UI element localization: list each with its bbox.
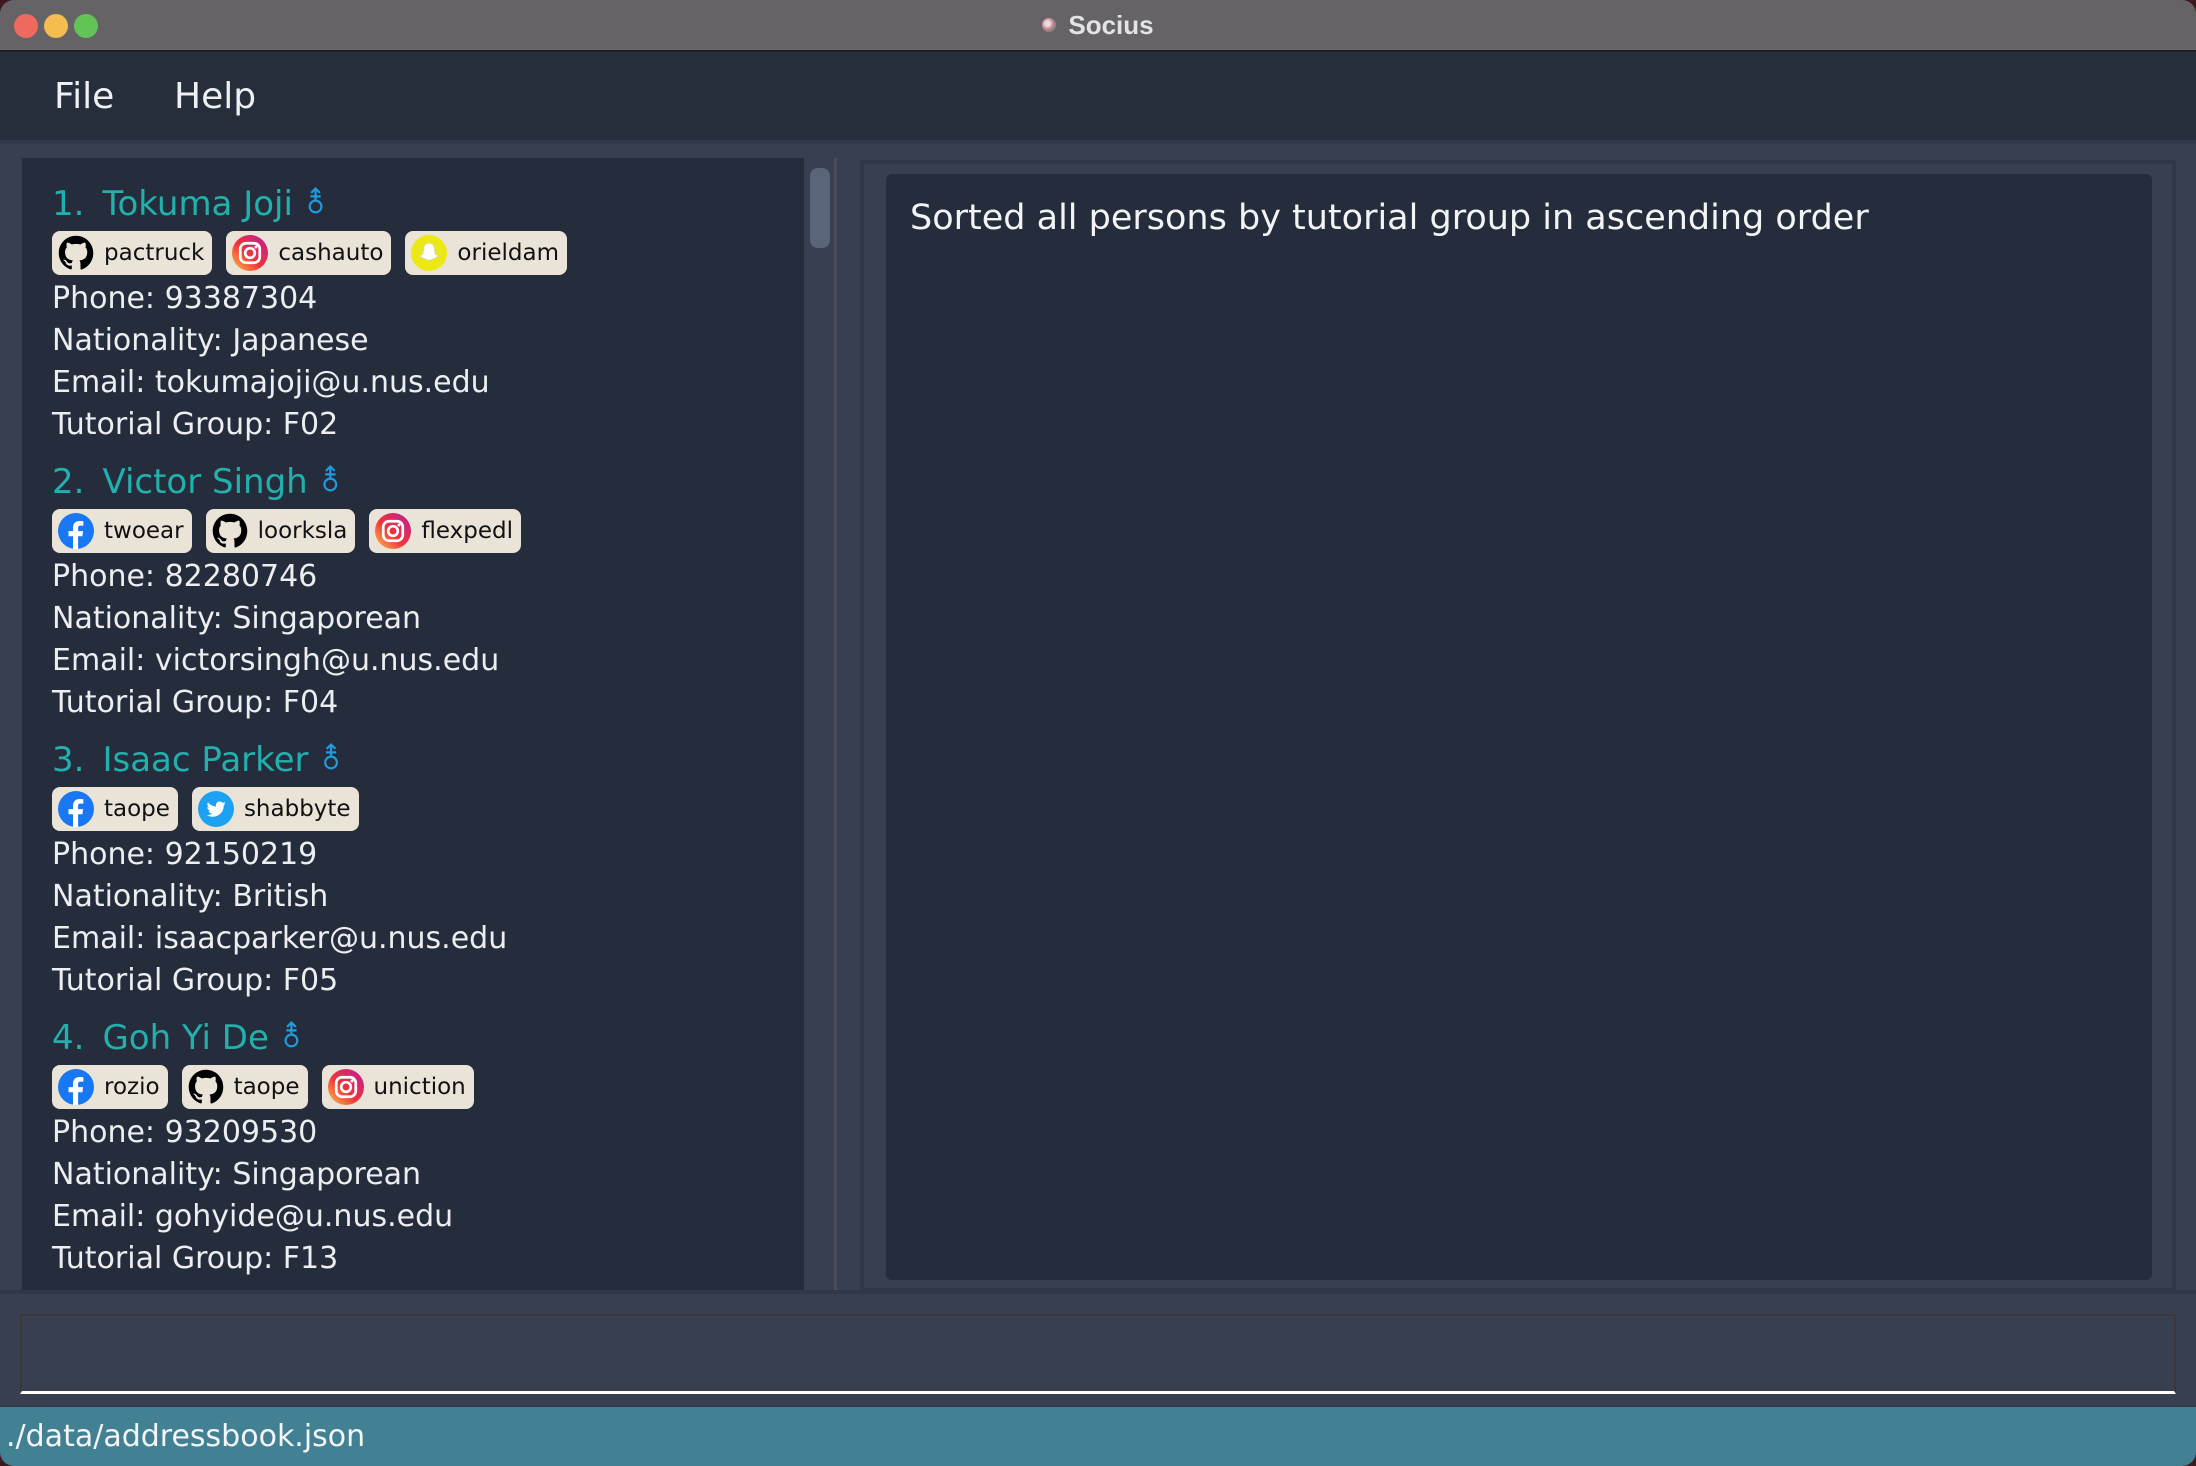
- social-tag-snapchat[interactable]: orieldam: [405, 231, 567, 275]
- person-nationality: Nationality: Singaporean: [52, 601, 422, 636]
- person-name-row: 3. Isaac Parker ⚨: [52, 734, 792, 786]
- person-name-row: 4. Goh Yi De ⚨: [52, 1012, 792, 1064]
- person-card[interactable]: 2. Victor Singh ⚨ twoear loorksla flexpedl Pho…: [52, 456, 792, 724]
- window-title-group: Socius: [0, 0, 2196, 50]
- male-icon: ⚨: [302, 186, 329, 221]
- window-title: Socius: [1068, 9, 1154, 40]
- person-card[interactable]: 4. Goh Yi De ⚨ rozio taope uniction Phone: 932…: [52, 1012, 792, 1280]
- person-name: Victor Singh: [102, 462, 308, 502]
- social-tag-instagram[interactable]: uniction: [321, 1065, 474, 1109]
- social-tags: twoear loorksla flexpedl: [52, 508, 792, 554]
- instagram-icon: [327, 1069, 364, 1105]
- male-icon: ⚨: [318, 742, 344, 777]
- scrollbar-thumb[interactable]: [810, 168, 830, 248]
- social-tags: pactruck cashauto orieldam: [52, 230, 792, 276]
- person-name-row: 2. Victor Singh ⚨: [52, 456, 792, 508]
- male-icon: ⚨: [278, 1020, 305, 1055]
- app-window: Socius File Help 1. Tokuma Joji ⚨ pactruck c…: [0, 0, 2196, 1466]
- person-card[interactable]: 1. Tokuma Joji ⚨ pactruck cashauto orieldam Ph…: [52, 178, 792, 446]
- social-handle: taope: [233, 1074, 300, 1100]
- person-name: Goh Yi De: [102, 1018, 269, 1058]
- snapchat-icon: [411, 235, 448, 271]
- person-list-scrollbar[interactable]: [810, 158, 832, 1290]
- social-tag-instagram[interactable]: flexpedl: [369, 509, 521, 553]
- person-phone: Phone: 93387304: [52, 281, 318, 316]
- instagram-icon: [375, 513, 412, 549]
- facebook-icon: [58, 791, 94, 827]
- person-index: 1.: [52, 184, 85, 224]
- github-icon: [212, 513, 248, 549]
- result-panel: Sorted all persons by tutorial group in …: [860, 160, 2176, 1292]
- person-tutorial: Tutorial Group: F04: [52, 685, 339, 720]
- person-nationality: Nationality: British: [52, 879, 329, 914]
- social-handle: pactruck: [104, 240, 205, 266]
- instagram-icon: [232, 235, 269, 271]
- person-phone: Phone: 92150219: [52, 837, 318, 872]
- person-tutorial: Tutorial Group: F05: [52, 963, 339, 998]
- person-index: 4.: [52, 1018, 85, 1058]
- result-message: Sorted all persons by tutorial group in …: [910, 198, 1869, 238]
- github-icon: [58, 235, 94, 271]
- person-tutorial: Tutorial Group: F13: [52, 1241, 339, 1276]
- person-email: Email: victorsingh@u.nus.edu: [52, 643, 500, 678]
- person-phone: Phone: 82280746: [52, 559, 318, 594]
- social-tag-github[interactable]: pactruck: [52, 231, 213, 275]
- person-tutorial: Tutorial Group: F02: [52, 407, 339, 442]
- command-area: [0, 1290, 2196, 1406]
- person-email: Email: isaacparker@u.nus.edu: [52, 921, 508, 956]
- split-divider[interactable]: [834, 158, 837, 1290]
- social-tags: taope shabbyte: [52, 786, 792, 832]
- facebook-icon: [58, 513, 94, 549]
- male-icon: ⚨: [317, 464, 343, 499]
- title-bar: Socius: [0, 0, 2196, 52]
- result-display[interactable]: Sorted all persons by tutorial group in …: [886, 174, 2152, 1280]
- social-handle: flexpedl: [421, 518, 513, 544]
- social-handle: uniction: [373, 1074, 466, 1100]
- person-email: Email: tokumajoji@u.nus.edu: [52, 365, 490, 400]
- person-card[interactable]: 3. Isaac Parker ⚨ taope shabbyte Phone: 92150…: [52, 734, 792, 1002]
- menu-file[interactable]: File: [54, 76, 114, 117]
- social-tag-facebook[interactable]: twoear: [52, 509, 192, 553]
- menu-help[interactable]: Help: [174, 76, 256, 117]
- person-nationality: Nationality: Singaporean: [52, 1157, 422, 1192]
- person-list[interactable]: 1. Tokuma Joji ⚨ pactruck cashauto orieldam Ph…: [22, 158, 804, 1290]
- social-tags: rozio taope uniction: [52, 1064, 792, 1110]
- social-handle: rozio: [104, 1074, 160, 1100]
- facebook-icon: [58, 1069, 94, 1105]
- social-handle: loorksla: [257, 518, 348, 544]
- social-tag-github[interactable]: loorksla: [205, 509, 356, 553]
- social-handle: twoear: [104, 518, 184, 544]
- social-handle: orieldam: [457, 240, 559, 266]
- person-email: Email: gohyide@u.nus.edu: [52, 1199, 454, 1234]
- command-input[interactable]: [20, 1314, 2176, 1394]
- social-handle: taope: [104, 796, 170, 822]
- social-tag-github[interactable]: taope: [181, 1065, 308, 1109]
- social-tag-facebook[interactable]: taope: [52, 787, 178, 831]
- person-phone: Phone: 93209530: [52, 1115, 318, 1150]
- status-file-path: ./data/addressbook.json: [6, 1419, 366, 1454]
- github-icon: [188, 1069, 224, 1105]
- social-tag-instagram[interactable]: cashauto: [226, 231, 392, 275]
- person-name: Isaac Parker: [102, 740, 309, 780]
- person-index: 2.: [52, 462, 85, 502]
- menu-bar: File Help: [0, 52, 2196, 140]
- social-handle: shabbyte: [243, 796, 351, 822]
- status-bar: ./data/addressbook.json: [0, 1406, 2196, 1466]
- person-name-row: 1. Tokuma Joji ⚨: [52, 178, 792, 230]
- person-index: 3.: [52, 740, 85, 780]
- app-logo-icon: [1042, 18, 1057, 32]
- twitter-icon: [197, 791, 234, 827]
- main-content: 1. Tokuma Joji ⚨ pactruck cashauto orieldam Ph…: [0, 140, 2196, 1292]
- social-tag-twitter[interactable]: shabbyte: [191, 787, 359, 831]
- social-tag-facebook[interactable]: rozio: [52, 1065, 168, 1109]
- person-nationality: Nationality: Japanese: [52, 323, 369, 358]
- person-name: Tokuma Joji: [102, 184, 293, 224]
- social-handle: cashauto: [278, 240, 384, 266]
